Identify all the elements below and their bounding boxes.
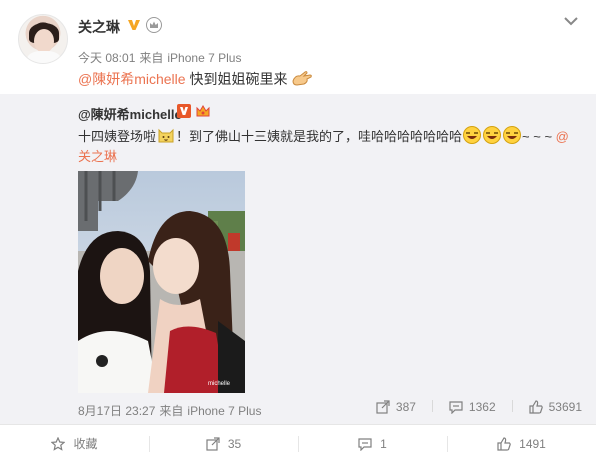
hand-emoji-icon [292, 71, 313, 86]
forward-icon [206, 436, 220, 451]
mention-link[interactable]: @陳妍希michelle [78, 71, 186, 87]
favorite-label: 收藏 [73, 437, 98, 451]
post-meta: 今天 08:01 来自 iPhone 7 Plus [78, 49, 245, 66]
favorite-button[interactable]: 收藏 [0, 425, 149, 462]
repost-count: 35 [227, 436, 242, 451]
thumbs-up-icon [497, 436, 511, 451]
like-button[interactable]: 1491 [447, 425, 596, 462]
repost-time[interactable]: 8月17日 23:27 [78, 404, 155, 418]
post-source: iPhone 7 Plus [167, 51, 242, 65]
repost-action-row: 387 1362 53691 [376, 400, 582, 414]
repost-source: iPhone 7 Plus [187, 404, 262, 418]
laugh-emoji-icon [463, 126, 482, 144]
verified-v-icon [177, 104, 191, 118]
reposted-content[interactable]: @陳妍希michelle 十四姨登场啦 ！到了佛山十三姨就是我的了，哇哈哈哈哈哈哈… [0, 94, 596, 424]
source-prefix: 来自 [159, 404, 184, 418]
repost-text-part2: ！到了佛山十三姨就是我的了，哇哈哈哈哈哈哈哈 [176, 129, 463, 144]
comment-icon [358, 437, 372, 451]
repost-count: 387 [395, 400, 416, 414]
chevron-down-icon[interactable] [562, 14, 580, 28]
crown-icon [196, 105, 210, 117]
post-time[interactable]: 今天 08:01 [78, 51, 135, 65]
repost-like-button[interactable]: 53691 [529, 400, 582, 414]
cat-emoji-icon [158, 128, 174, 143]
repost-button[interactable]: 35 [149, 425, 298, 462]
comment-count: 1362 [468, 400, 496, 414]
weibo-post-card: 关之琳 今天 08:01 来自 iPhone 7 Plus @陳妍希michelle… [0, 0, 596, 462]
like-count: 53691 [548, 400, 582, 414]
comment-icon [449, 401, 463, 414]
thumbs-up-icon [529, 400, 543, 414]
laugh-emoji-icon [503, 126, 522, 144]
repost-author[interactable]: @陳妍希michelle [78, 104, 182, 123]
post-action-bar: 收藏 35 1 1491 [0, 424, 596, 462]
laugh-emoji-icon [483, 126, 502, 144]
repost-text-part1: 十四姨登场啦 [78, 129, 157, 144]
post-text: @陳妍希michelle 快到姐姐碗里来 [78, 69, 313, 89]
crown-icon [146, 17, 162, 33]
repost-meta: 8月17日 23:27 来自 iPhone 7 Plus [78, 402, 265, 419]
forward-icon [376, 400, 390, 414]
comment-count: 1 [380, 436, 387, 451]
repost-comment-button[interactable]: 1362 [449, 400, 496, 414]
repost-text-tail: ~ ~ ~ [522, 129, 556, 144]
repost-forward-button[interactable]: 387 [376, 400, 416, 414]
verified-v-icon [128, 20, 140, 30]
source-prefix: 来自 [139, 51, 164, 65]
repost-photo[interactable]: michelle [78, 171, 245, 393]
photo-watermark: michelle [208, 381, 231, 387]
post-body: 快到姐姐碗里来 [185, 71, 288, 87]
author-avatar[interactable] [18, 14, 68, 64]
comment-button[interactable]: 1 [298, 425, 447, 462]
repost-text: 十四姨登场啦 ！到了佛山十三姨就是我的了，哇哈哈哈哈哈哈哈 ~ ~ ~ @关之琳 [78, 126, 578, 167]
like-count: 1491 [519, 436, 546, 451]
author-name[interactable]: 关之琳 [78, 17, 120, 37]
star-icon [51, 436, 66, 451]
